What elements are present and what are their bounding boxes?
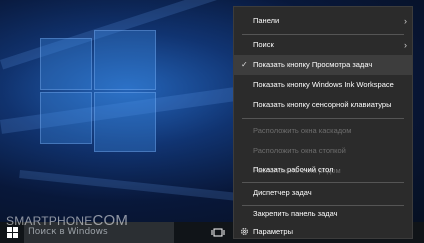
task-view-button[interactable] (206, 222, 230, 243)
menu-separator (242, 118, 404, 119)
menu-item-stack-windows: Расположить окна стопкой (253, 146, 346, 155)
menu-item-cascade-windows: Расположить окна каскадом (253, 126, 352, 135)
menu-item-search[interactable]: Поиск › (234, 35, 412, 55)
chevron-right-icon: › (404, 16, 407, 26)
watermark-text-right: COM (92, 212, 129, 229)
menu-item-show-desktop[interactable]: Показать рабочий стол (234, 160, 412, 180)
menu-item-task-manager[interactable]: Диспетчер задач (234, 183, 412, 203)
task-view-icon (211, 228, 225, 237)
watermark-text-left: SMARTPHONE (6, 214, 93, 228)
checkmark-icon: ✓ (241, 60, 248, 69)
menu-item-settings[interactable]: Параметры (234, 222, 412, 242)
taskbar-context-menu: Панели › Поиск › ✓ Показать кнопку Просм… (233, 6, 413, 239)
menu-item-show-ink-workspace-button[interactable]: Показать кнопку Windows Ink Workspace (234, 75, 412, 95)
menu-item-show-task-view-button[interactable]: ✓ Показать кнопку Просмотра задач (234, 55, 412, 75)
menu-item-lock-taskbar[interactable]: Закрепить панель задач (234, 204, 412, 224)
gear-icon (240, 227, 249, 236)
watermark: SMARTPHONECOM (6, 212, 128, 229)
menu-item-show-touch-keyboard-button[interactable]: Показать кнопку сенсорной клавиатуры (234, 95, 412, 115)
menu-item-toolbars[interactable]: Панели › (234, 11, 412, 31)
chevron-right-icon: › (404, 40, 407, 50)
